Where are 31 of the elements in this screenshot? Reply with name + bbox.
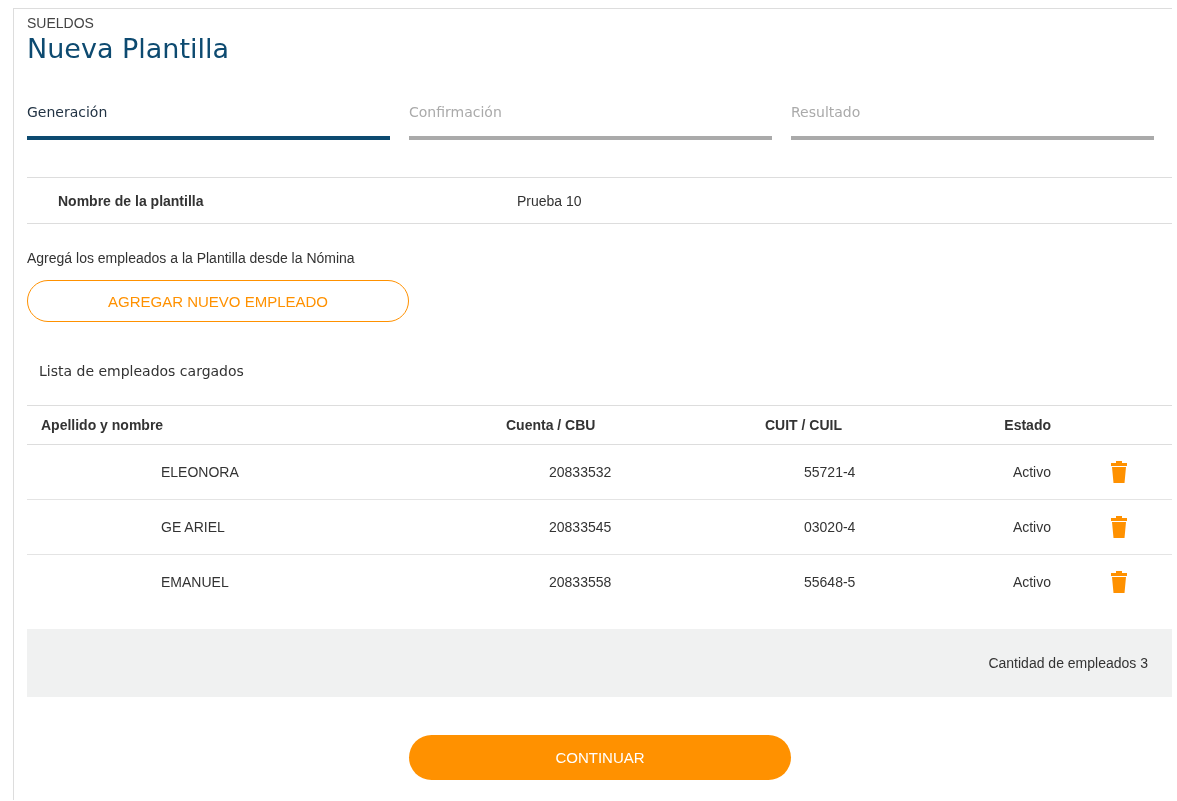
table-cell-text: 20833532 bbox=[548, 464, 612, 480]
trash-icon[interactable] bbox=[1110, 570, 1128, 594]
page-title: Nueva Plantilla bbox=[27, 33, 231, 64]
step-tab[interactable]: Generación bbox=[27, 104, 390, 140]
field-label: Nombre de la plantilla bbox=[57, 192, 204, 209]
table-cell-text: 20833545 bbox=[548, 519, 612, 535]
continue-button[interactable]: CONTINUAR bbox=[409, 735, 791, 780]
step-tab[interactable]: Resultado bbox=[791, 104, 1154, 140]
list-title: Lista de empleados cargados bbox=[39, 363, 244, 379]
instructions-text: Agregá los empleados a la Plantilla desde la Nómina bbox=[27, 250, 355, 266]
table-cell-text: GE ARIEL bbox=[160, 519, 225, 535]
column-header: Apellido y nombre bbox=[40, 417, 164, 433]
table-cell-text: Activo bbox=[1012, 519, 1052, 535]
section-label: SUELDOS bbox=[27, 15, 95, 31]
table-cell-text: Activo bbox=[1012, 574, 1052, 590]
field-value: Prueba 10 bbox=[517, 192, 582, 209]
column-header: Cuenta / CBU bbox=[505, 417, 596, 433]
trash-icon[interactable] bbox=[1110, 515, 1128, 539]
add-employee-button[interactable]: AGREGAR NUEVO EMPLEADO bbox=[27, 280, 409, 322]
trash-icon[interactable] bbox=[1110, 460, 1128, 484]
table-cell-text: EMANUEL bbox=[160, 574, 229, 590]
table-cell-text: 55721-4 bbox=[803, 464, 856, 480]
table-cell-text: 55648-5 bbox=[803, 574, 856, 590]
step-tab[interactable]: Confirmación bbox=[409, 104, 772, 140]
table-cell-text: 03020-4 bbox=[803, 519, 856, 535]
table-cell-text: 20833558 bbox=[548, 574, 612, 590]
employee-count: Cantidad de empleados 3 bbox=[988, 655, 1148, 671]
table-cell-text: Activo bbox=[1012, 464, 1052, 480]
table-cell-text: ELEONORA bbox=[160, 464, 239, 480]
column-header: Estado bbox=[1004, 417, 1052, 433]
column-header: CUIT / CUIL bbox=[764, 417, 842, 433]
